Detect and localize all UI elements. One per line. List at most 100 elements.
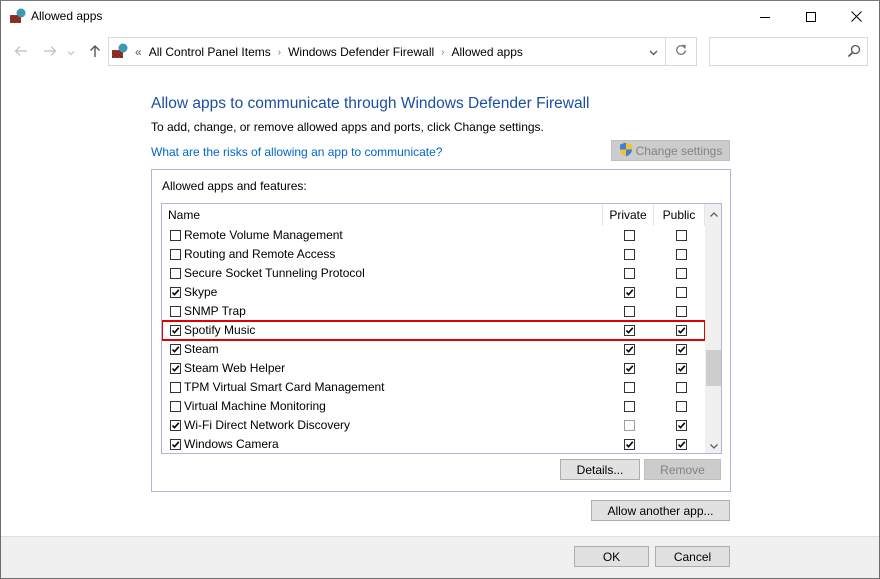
app-row[interactable]: Skype [162,283,705,302]
close-button[interactable] [833,1,879,32]
search-input[interactable] [709,37,868,66]
allowed-apps-label: Allowed apps and features: [162,179,307,193]
private-checkbox[interactable] [624,420,635,431]
public-checkbox[interactable] [676,439,687,450]
breadcrumb-allowed-apps[interactable]: Allowed apps [447,45,528,59]
app-row[interactable]: Secure Socket Tunneling Protocol [162,264,705,283]
breadcrumb-all-control-panel-items[interactable]: All Control Panel Items [144,45,276,59]
recent-locations-button[interactable] [65,43,77,61]
breadcrumb-separator-icon[interactable]: › [276,47,283,58]
app-enabled-checkbox[interactable] [170,230,181,241]
private-checkbox[interactable] [624,325,635,336]
app-name: Steam Web Helper [184,361,286,375]
minimize-button[interactable] [742,1,788,32]
maximize-button[interactable] [788,1,834,32]
app-row[interactable]: Steam Web Helper [162,359,705,378]
app-enabled-checkbox[interactable] [170,401,181,412]
scroll-thumb[interactable] [706,350,721,386]
window-title: Allowed apps [31,9,103,23]
app-row[interactable]: Routing and Remote Access [162,245,705,264]
minimize-icon [760,12,770,22]
chevron-up-icon [709,206,718,220]
public-checkbox[interactable] [676,268,687,279]
public-checkbox[interactable] [676,325,687,336]
app-row[interactable]: Virtual Machine Monitoring [162,397,705,416]
title-bar: Allowed apps [1,1,879,32]
app-enabled-checkbox[interactable] [170,249,181,260]
back-button[interactable] [12,43,30,61]
up-button[interactable] [86,43,104,61]
private-checkbox[interactable] [624,268,635,279]
public-checkbox[interactable] [676,420,687,431]
chevron-down-icon [67,45,75,59]
list-header: Name Private Public [162,204,705,226]
chevron-down-icon [649,45,658,59]
address-dropdown-button[interactable] [641,38,665,65]
public-checkbox[interactable] [676,344,687,355]
up-arrow-icon [89,44,101,61]
private-checkbox[interactable] [624,306,635,317]
remove-button[interactable]: Remove [644,459,721,480]
app-row[interactable]: Wi-Fi Direct Network Discovery [162,416,705,435]
app-row[interactable]: Steam [162,340,705,359]
app-enabled-checkbox[interactable] [170,344,181,355]
app-row[interactable]: TPM Virtual Smart Card Management [162,378,705,397]
private-checkbox[interactable] [624,439,635,450]
private-checkbox[interactable] [624,230,635,241]
app-enabled-checkbox[interactable] [170,325,181,336]
allowed-apps-list[interactable]: Name Private Public Remote Volume Manage… [161,203,722,454]
private-checkbox[interactable] [624,363,635,374]
forward-arrow-icon [43,45,57,60]
address-bar[interactable]: « All Control Panel Items › Windows Defe… [108,37,697,66]
public-checkbox[interactable] [676,382,687,393]
app-enabled-checkbox[interactable] [170,287,181,298]
public-checkbox[interactable] [676,363,687,374]
column-header-private[interactable]: Private [602,204,653,226]
back-arrow-icon [14,45,28,60]
app-enabled-checkbox[interactable] [170,268,181,279]
change-settings-button[interactable]: Change settings [611,140,730,161]
scroll-down-button[interactable] [705,436,721,453]
public-checkbox[interactable] [676,401,687,412]
app-enabled-checkbox[interactable] [170,363,181,374]
column-header-public[interactable]: Public [653,204,705,226]
breadcrumb-windows-defender-firewall[interactable]: Windows Defender Firewall [283,45,439,59]
app-enabled-checkbox[interactable] [170,382,181,393]
breadcrumb-overflow[interactable]: « [133,45,144,59]
app-name: Secure Socket Tunneling Protocol [184,266,365,280]
app-enabled-checkbox[interactable] [170,306,181,317]
public-checkbox[interactable] [676,249,687,260]
app-name: Wi-Fi Direct Network Discovery [184,418,351,432]
app-enabled-checkbox[interactable] [170,420,181,431]
private-checkbox[interactable] [624,249,635,260]
details-button[interactable]: Details... [560,459,640,480]
app-name: Remote Volume Management [184,228,343,242]
app-name: Windows Camera [184,437,279,451]
scroll-up-button[interactable] [705,204,721,221]
forward-button[interactable] [41,43,59,61]
app-row[interactable]: SNMP Trap [162,302,705,321]
risks-link[interactable]: What are the risks of allowing an app to… [151,145,442,159]
app-row[interactable]: Remote Volume Management [162,226,705,245]
app-row[interactable]: Spotify Music [162,320,706,341]
column-header-name[interactable]: Name [168,204,200,226]
private-checkbox[interactable] [624,287,635,298]
refresh-button[interactable] [665,38,696,65]
ok-button[interactable]: OK [574,546,649,567]
app-name: TPM Virtual Smart Card Management [184,380,385,394]
allow-another-app-button[interactable]: Allow another app... [591,500,730,521]
breadcrumb-separator-icon[interactable]: › [439,47,446,58]
private-checkbox[interactable] [624,382,635,393]
app-enabled-checkbox[interactable] [170,439,181,450]
private-checkbox[interactable] [624,344,635,355]
public-checkbox[interactable] [676,306,687,317]
list-scrollbar[interactable] [705,204,721,453]
public-checkbox[interactable] [676,287,687,298]
app-name: SNMP Trap [184,304,246,318]
maximize-icon [806,11,816,22]
private-checkbox[interactable] [624,401,635,412]
app-row[interactable]: Windows Camera [162,435,705,453]
cancel-button[interactable]: Cancel [655,546,730,567]
public-checkbox[interactable] [676,230,687,241]
allowed-apps-group: Allowed apps and features: Name Private … [151,169,731,492]
